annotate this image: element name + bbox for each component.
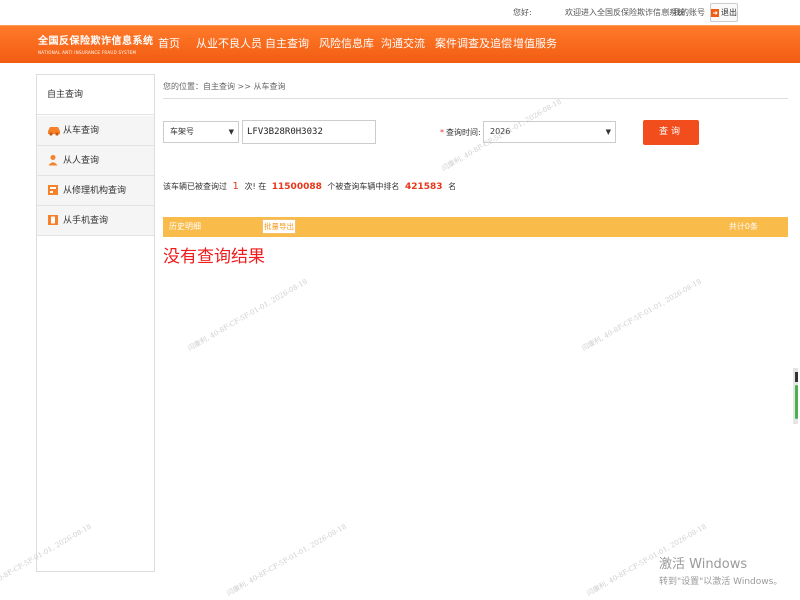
sidebar-item-by-repair-shop[interactable]: 从修理机构查询	[37, 176, 154, 206]
sidebar-item-label: 从手机查询	[63, 216, 109, 226]
query-button[interactable]: 查询	[643, 120, 699, 145]
stats-mid1: 次! 在	[244, 182, 267, 191]
breadcrumb: 您的位置：自主查询 >> 从车查询	[163, 78, 788, 99]
stats-total: 11500088	[271, 182, 322, 192]
nav-case-investigation[interactable]: 案件调查及追偿	[435, 25, 512, 62]
sidebar-header: 自主查询	[37, 75, 154, 115]
stats-mid2: 个被查询车辆中排名	[327, 182, 400, 191]
top-bar-separator: |	[667, 7, 670, 16]
sidebar-item-by-person[interactable]: 从人查询	[37, 146, 154, 176]
query-time-label: * 查询时间:	[440, 127, 481, 138]
sidebar-item-by-vehicle[interactable]: 从车查询	[37, 116, 154, 146]
logout-button[interactable]: 退出	[710, 3, 738, 22]
query-type-value: 车架号	[170, 127, 194, 136]
windows-activation-subtitle: 转到"设置"以激活 Windows。	[659, 577, 783, 587]
query-stats: 该车辆已被查询过 1 次! 在 11500088 个被查询车辆中排名 42158…	[163, 181, 456, 192]
query-type-select[interactable]: 车架号 ▼	[163, 121, 239, 143]
car-icon	[48, 127, 60, 136]
scrollbar-top-marker	[795, 372, 798, 382]
watermark: 闫康利, 40-8F-CF-5F-01-01, 2026-08-18	[186, 277, 309, 353]
sidebar-item-by-phone[interactable]: 从手机查询	[37, 206, 154, 236]
stats-count: 1	[232, 181, 239, 192]
chevron-down-icon: ▼	[605, 128, 611, 136]
nav-value-added[interactable]: 增值服务	[513, 25, 557, 62]
chevron-down-icon: ▼	[228, 128, 234, 136]
logout-icon	[711, 8, 719, 17]
windows-activation-title: 激活 Windows	[659, 557, 748, 572]
vin-input[interactable]: LFV3B28R0H3032	[242, 120, 376, 144]
nav-risk-database[interactable]: 风险信息库	[319, 25, 374, 62]
history-details-label: 历史明细	[169, 222, 201, 231]
sidebar: 自主查询 从车查询 从人查询 从修理机构查询 从手机查询	[36, 74, 155, 572]
nav-bad-practitioners[interactable]: 从业不良人员	[196, 25, 262, 62]
logout-label: 退出	[721, 8, 737, 17]
sidebar-item-label: 从修理机构查询	[63, 186, 127, 196]
results-header-bar: 历史明细 批量导出 共计0条	[163, 217, 788, 237]
total-count-label: 共计0条	[728, 222, 758, 231]
logo-title: 全国反保险欺诈信息系统	[38, 36, 154, 47]
no-result-message: 没有查询结果	[163, 247, 265, 267]
stats-prefix: 该车辆已被查询过	[163, 182, 227, 191]
nav-communication[interactable]: 沟通交流	[381, 25, 425, 62]
repair-shop-icon	[48, 185, 58, 195]
top-bar: 您好: 欢迎进入全国反保险欺诈信息系统 | 我的账号 退出	[0, 0, 800, 25]
nav-home[interactable]: 首页	[158, 25, 180, 62]
nav-self-query[interactable]: 自主查询	[265, 25, 309, 62]
greeting-text: 您好:	[513, 8, 532, 17]
watermark: 闫康利, 40-8F-CF-5F-01-01, 2026-08-18	[225, 522, 348, 598]
batch-export-button[interactable]: 批量导出	[262, 219, 296, 234]
person-icon	[48, 155, 58, 166]
watermark: 闫康利, 40-8F-CF-5F-01-01, 2026-08-18	[580, 277, 703, 353]
sidebar-item-label: 从人查询	[63, 156, 100, 166]
logo-subtitle: NATIONAL ANTI INSURANCE FRAUD SYSTEM	[38, 50, 137, 55]
system-logo: 全国反保险欺诈信息系统 NATIONAL ANTI INSURANCE FRAU…	[38, 32, 156, 60]
required-mark: *	[440, 128, 444, 137]
query-time-text: 查询时间:	[446, 128, 481, 137]
my-account-link[interactable]: 我的账号	[673, 7, 705, 18]
stats-rank: 421583	[404, 182, 443, 192]
sidebar-item-label: 从车查询	[63, 126, 100, 136]
stats-suffix: 名	[448, 182, 457, 191]
phone-icon	[48, 215, 58, 225]
scrollbar-thumb[interactable]	[795, 385, 798, 419]
